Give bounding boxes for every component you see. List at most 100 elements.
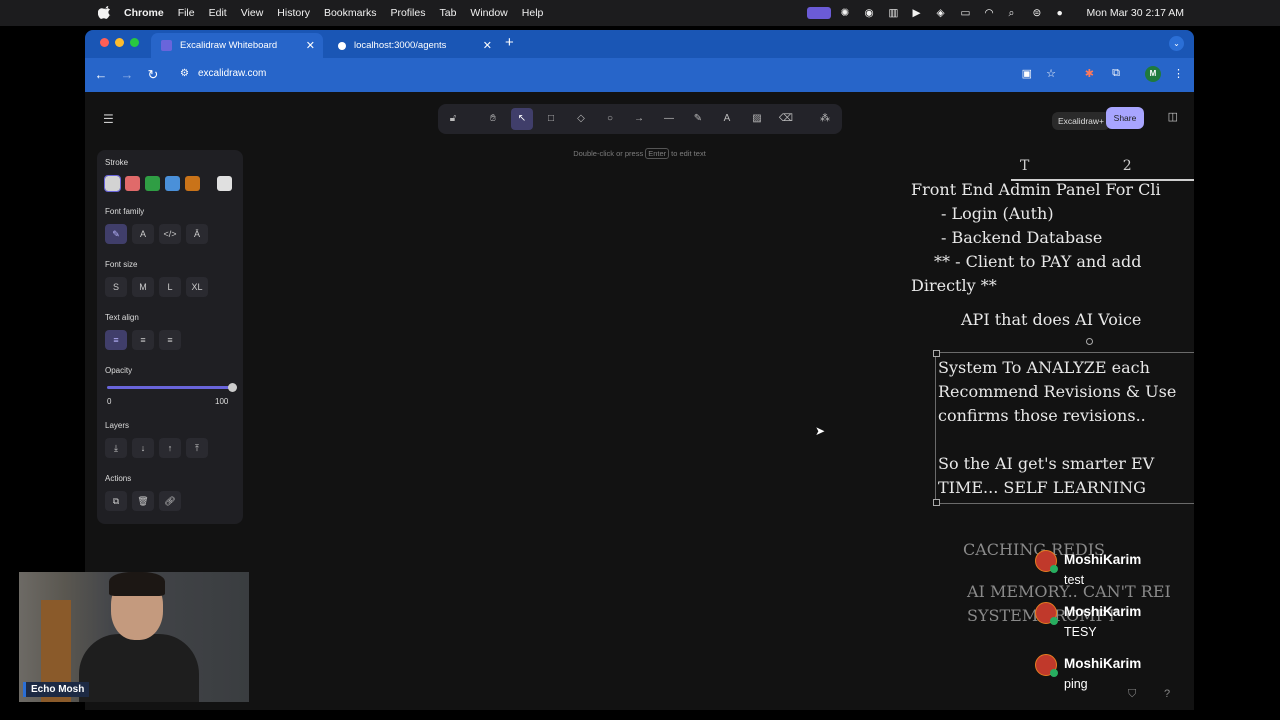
menu-history[interactable]: History <box>277 7 310 19</box>
play-icon[interactable]: ▶ <box>913 7 927 19</box>
align-left-icon[interactable]: ≡ <box>105 330 127 350</box>
board-line[interactable]: ** - Client to PAY and add <box>934 252 1142 271</box>
apple-icon[interactable] <box>98 6 112 20</box>
menu-view[interactable]: View <box>241 7 264 19</box>
shield-status-icon[interactable]: ◈ <box>937 7 951 19</box>
line-tool-icon[interactable]: — <box>660 110 678 128</box>
board-line[interactable]: - Login (Auth) <box>941 204 1054 223</box>
resize-handle[interactable] <box>933 499 940 506</box>
text-tool-icon[interactable]: A <box>718 110 736 128</box>
brightness-icon[interactable]: ✺ <box>841 7 855 19</box>
zoom-window-button[interactable] <box>130 38 139 47</box>
close-tab-icon[interactable]: ✕ <box>306 39 315 52</box>
close-tab-icon[interactable]: ✕ <box>483 39 492 52</box>
address-bar[interactable]: excalidraw.com <box>198 68 266 79</box>
font-size-s[interactable]: S <box>105 277 127 297</box>
forward-icon[interactable]: → <box>119 67 135 82</box>
normal-font-icon[interactable]: A <box>132 224 154 244</box>
profile-avatar[interactable]: M <box>1145 66 1161 82</box>
minimize-window-button[interactable] <box>115 38 124 47</box>
text-align-label: Text align <box>105 313 139 322</box>
excalidraw-canvas[interactable]: ☰ 🔓︎ ✋︎ ↖ □ ◇ ○ → — ✎ A ▨ ⌫ ⁂ Double-cli… <box>85 92 1194 710</box>
more-fonts-icon[interactable]: Ā <box>186 224 208 244</box>
send-to-back-icon[interactable]: ⤓ <box>105 438 127 458</box>
draw-tool-icon[interactable]: ✎ <box>689 110 707 128</box>
stroke-color-swatch[interactable] <box>165 176 180 191</box>
menu-help[interactable]: Help <box>522 7 544 19</box>
align-center-icon[interactable]: ≡ <box>132 330 154 350</box>
hand-tool-icon[interactable]: ✋︎ <box>484 110 502 128</box>
font-size-m[interactable]: M <box>132 277 154 297</box>
bring-to-front-icon[interactable]: ⤒ <box>186 438 208 458</box>
search-icon[interactable]: ⌕ <box>1009 7 1023 19</box>
wifi-icon[interactable]: ◠ <box>985 7 999 19</box>
cast-icon[interactable]: ▣ <box>1022 67 1032 80</box>
more-tools-icon[interactable]: ⁂ <box>816 110 834 128</box>
shield-check-icon[interactable]: ⛉ <box>1128 688 1136 701</box>
custom-color-swatch[interactable] <box>217 176 232 191</box>
menu-edit[interactable]: Edit <box>209 7 227 19</box>
rectangle-tool-icon[interactable]: □ <box>542 110 560 128</box>
font-size-xl[interactable]: XL <box>186 277 208 297</box>
help-icon[interactable]: ? <box>1164 688 1170 700</box>
font-size-l[interactable]: L <box>159 277 181 297</box>
hand-drawn-font-icon[interactable]: ✎ <box>105 224 127 244</box>
bookmark-star-icon[interactable]: ☆ <box>1046 67 1056 80</box>
image-tool-icon[interactable]: ▨ <box>748 110 766 128</box>
control-center-icon[interactable]: ⊜ <box>1033 7 1047 19</box>
opacity-slider[interactable] <box>107 383 237 392</box>
stroke-color-swatch[interactable] <box>185 176 200 191</box>
code-font-icon[interactable]: </> <box>159 224 181 244</box>
extension-icon[interactable]: ✱ <box>1085 67 1094 80</box>
site-info-icon[interactable]: ⚙ <box>180 68 189 79</box>
menu-app-name[interactable]: Chrome <box>124 7 164 19</box>
resize-handle[interactable] <box>933 350 940 357</box>
menu-clock[interactable]: Mon Mar 30 2:17 AM <box>1087 7 1184 19</box>
selection-tool-icon[interactable]: ↖ <box>511 108 533 130</box>
avatar <box>1035 550 1058 573</box>
menu-tab[interactable]: Tab <box>439 7 456 19</box>
delete-icon[interactable]: 🗑︎ <box>132 491 154 511</box>
link-icon[interactable]: 🔗︎ <box>159 491 181 511</box>
menu-kebab-icon[interactable]: ⋮ <box>1173 67 1184 80</box>
excalidraw-plus-link[interactable]: Excalidraw+ <box>1051 112 1110 130</box>
arrow-tool-icon[interactable]: → <box>630 110 648 128</box>
tab-excalidraw[interactable]: Excalidraw Whiteboard ✕ <box>151 33 323 58</box>
screen-share-icon[interactable] <box>806 7 831 19</box>
reload-icon[interactable]: ↻ <box>145 67 161 83</box>
library-panel-icon[interactable]: ◫ <box>1168 110 1178 123</box>
menu-file[interactable]: File <box>178 7 195 19</box>
opacity-slider-knob[interactable] <box>228 383 237 392</box>
chrome-status-icon[interactable]: ◉ <box>865 7 879 19</box>
tab-search-chevron-icon[interactable]: ⌄ <box>1169 36 1184 51</box>
stroke-color-swatch[interactable] <box>104 175 121 192</box>
battery-icon[interactable]: ▭ <box>961 7 975 19</box>
extensions-puzzle-icon[interactable]: ⧉ <box>1112 67 1120 80</box>
back-icon[interactable]: ← <box>93 67 109 82</box>
board-line[interactable]: Directly ** <box>911 276 997 295</box>
tab-localhost[interactable]: localhost:3000/agents ✕ <box>328 33 500 58</box>
board-line[interactable]: - Backend Database <box>941 228 1102 247</box>
ellipse-tool-icon[interactable]: ○ <box>601 110 619 128</box>
align-right-icon[interactable]: ≡ <box>159 330 181 350</box>
stroke-color-swatch[interactable] <box>145 176 160 191</box>
menu-profiles[interactable]: Profiles <box>390 7 425 19</box>
share-button[interactable]: Share <box>1106 107 1144 129</box>
stroke-color-swatch[interactable] <box>125 176 140 191</box>
close-window-button[interactable] <box>100 38 109 47</box>
menu-bookmarks[interactable]: Bookmarks <box>324 7 377 19</box>
bring-forward-icon[interactable]: ↑ <box>159 438 181 458</box>
send-backward-icon[interactable]: ↓ <box>132 438 154 458</box>
eraser-tool-icon[interactable]: ⌫ <box>777 110 795 128</box>
diamond-tool-icon[interactable]: ◇ <box>572 110 590 128</box>
new-tab-button[interactable]: + <box>505 34 514 51</box>
stats-icon[interactable]: ▥ <box>889 7 903 19</box>
menu-window[interactable]: Window <box>470 7 507 19</box>
board-line[interactable]: Front End Admin Panel For Cli <box>911 180 1161 199</box>
siri-icon[interactable]: ● <box>1057 7 1071 19</box>
board-line[interactable]: API that does AI Voice <box>961 310 1141 329</box>
duplicate-icon[interactable]: ⧉ <box>105 491 127 511</box>
lock-icon[interactable]: 🔓︎ <box>444 110 462 128</box>
main-menu-icon[interactable]: ☰ <box>103 112 114 126</box>
rotate-handle[interactable] <box>1086 338 1093 345</box>
